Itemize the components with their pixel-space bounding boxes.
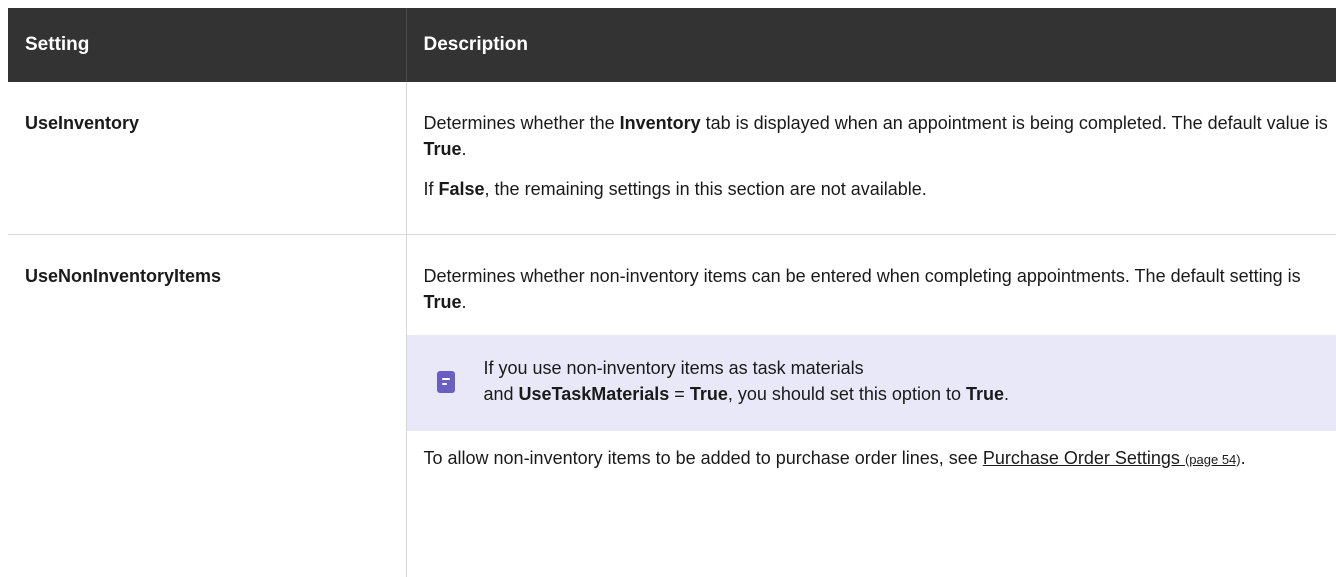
link-text: Purchase Order Settings — [982, 447, 1180, 468]
setting-name-usenoninventoryitems: UseNonInventoryItems — [8, 234, 407, 577]
bold-text: True — [965, 383, 1004, 404]
column-header-description: Description — [406, 8, 1336, 82]
setting-description: Determines whether the Inventory tab is … — [406, 82, 1336, 235]
settings-table: Setting Description UseInventory Determi… — [8, 8, 1336, 577]
text-run: = — [669, 383, 690, 404]
note-text: If you use non-inventory items as task m… — [484, 355, 1327, 407]
text-run: If you use non-inventory items as task m… — [483, 357, 864, 378]
table-row: UseNonInventoryItems Determines whether … — [8, 234, 1336, 577]
description-paragraph: To allow non-inventory items to be added… — [424, 445, 1336, 473]
description-paragraph: If False, the remaining settings in this… — [424, 176, 1336, 202]
document-page: Setting Description UseInventory Determi… — [0, 0, 1336, 577]
note-callout: If you use non-inventory items as task m… — [406, 334, 1336, 431]
bold-text: False — [438, 179, 485, 199]
bold-text: True — [689, 383, 728, 404]
text-run: , you should set this option to — [727, 383, 966, 404]
table-header-row: Setting Description — [8, 8, 1336, 82]
text-run: Determines whether non-inventory items c… — [423, 265, 1301, 286]
note-icon — [436, 370, 455, 393]
bold-text: UseTaskMaterials — [518, 383, 670, 404]
bold-text: True — [423, 139, 462, 159]
description-paragraph: Determines whether the Inventory tab is … — [424, 110, 1336, 162]
text-run: To allow non-inventory items to be added… — [423, 447, 983, 468]
page-reference: (page 54) — [1184, 451, 1241, 467]
setting-description: Determines whether non-inventory items c… — [406, 234, 1336, 577]
text-run: . — [461, 291, 467, 312]
text-run: . — [1004, 383, 1010, 404]
purchase-order-settings-link[interactable]: Purchase Order Settings (page 54) — [983, 448, 1241, 468]
text-run: , the remaining settings in this section… — [484, 179, 927, 199]
column-header-setting: Setting — [8, 8, 407, 82]
text-run: . — [461, 139, 467, 159]
setting-name-useinventory: UseInventory — [8, 82, 407, 235]
bold-text: Inventory — [619, 113, 701, 133]
text-run: Determines whether the — [423, 113, 620, 133]
description-paragraph: Determines whether non-inventory items c… — [424, 263, 1336, 315]
table-row: UseInventory Determines whether the Inve… — [8, 82, 1336, 235]
text-run: tab is displayed when an appointment is … — [700, 113, 1328, 133]
text-run: . — [1240, 447, 1246, 468]
text-run: If — [423, 179, 439, 199]
text-run: and — [483, 383, 519, 404]
bold-text: True — [423, 291, 462, 312]
